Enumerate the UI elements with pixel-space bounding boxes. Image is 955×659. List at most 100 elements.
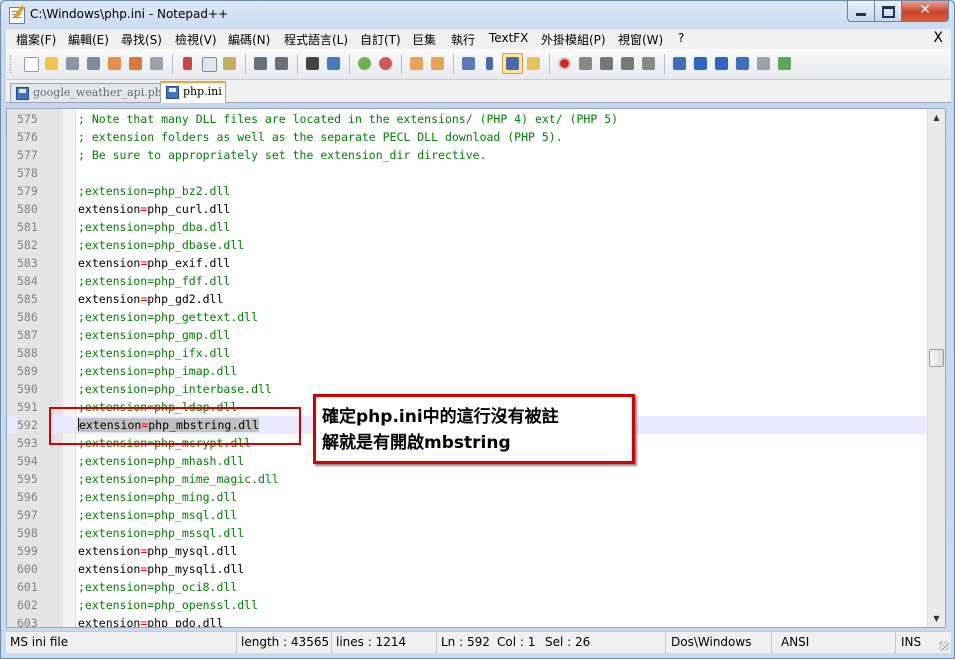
line-code: extension=php_pdo.dll	[78, 614, 223, 627]
menu-plugins[interactable]: 外掛模組(P)	[541, 31, 606, 48]
line-number: 584	[17, 274, 38, 288]
tab-google-weather-api[interactable]: google_weather_api.php	[10, 83, 169, 102]
paste-icon[interactable]	[221, 55, 238, 72]
code-line[interactable]: 595 ;extension=php_mime_magic.dll	[7, 470, 928, 488]
code-line[interactable]: 581 ;extension=php_dba.dll	[7, 218, 928, 236]
code-line[interactable]: 580 extension=php_curl.dll	[7, 200, 928, 218]
maximize-button[interactable]	[874, 1, 902, 22]
status-lines: lines : 1214	[332, 632, 437, 653]
show-all-chars-icon[interactable]	[481, 55, 498, 72]
line-number: 591	[17, 400, 38, 414]
save-icon[interactable]	[64, 55, 81, 72]
find-icon[interactable]	[304, 55, 321, 72]
menu-file[interactable]: 檔案(F)	[16, 31, 56, 48]
menu-settings[interactable]: 自訂(T)	[360, 31, 401, 48]
code-line[interactable]: 575 ; Note that many DLL files are locate…	[7, 110, 928, 128]
code-line[interactable]: 579 ;extension=php_bz2.dll	[7, 182, 928, 200]
menu-window[interactable]: 視窗(W)	[618, 31, 663, 48]
save-all-icon[interactable]	[85, 55, 102, 72]
line-number: 589	[17, 364, 38, 378]
menu-edit[interactable]: 編輯(E)	[68, 31, 109, 48]
sync-horizontal-icon[interactable]	[429, 55, 446, 72]
code-line[interactable]: 582 ;extension=php_dbase.dll	[7, 236, 928, 254]
trim-icon[interactable]	[671, 55, 688, 72]
line-number: 600	[17, 562, 38, 576]
close-file-icon[interactable]	[106, 55, 123, 72]
code-line[interactable]: 596 ;extension=php_ming.dll	[7, 488, 928, 506]
sync-vertical-icon[interactable]	[408, 55, 425, 72]
code-line[interactable]: 577 ; Be sure to appropriately set the ex…	[7, 146, 928, 164]
code-lines: 575 ; Note that many DLL files are locate…	[7, 110, 928, 627]
comment-text: ;extension=php_gettext.dll	[78, 310, 259, 324]
editor[interactable]: 575 ; Note that many DLL files are locate…	[6, 108, 946, 628]
code-line[interactable]: 598 ;extension=php_mssql.dll	[7, 524, 928, 542]
code-line[interactable]: 576 ; extension folders as well as the se…	[7, 128, 928, 146]
print-icon[interactable]	[148, 55, 165, 72]
code-line[interactable]: 583 extension=php_exif.dll	[7, 254, 928, 272]
play-multiple-icon[interactable]	[619, 55, 636, 72]
code-line[interactable]: 585 extension=php_gd2.dll	[7, 290, 928, 308]
code-line[interactable]: 599 extension=php_mysql.dll	[7, 542, 928, 560]
resize-grip-icon[interactable]	[939, 641, 949, 651]
code-line[interactable]: 597 ;extension=php_msql.dll	[7, 506, 928, 524]
new-file-icon[interactable]	[22, 55, 39, 72]
line-number: 588	[17, 346, 38, 360]
open-file-icon[interactable]	[43, 55, 60, 72]
code-line[interactable]: 602 ;extension=php_openssl.dll	[7, 596, 928, 614]
indent-guide-icon[interactable]	[502, 53, 523, 74]
undo-icon[interactable]	[252, 55, 269, 72]
menu-encoding[interactable]: 編碼(N)	[228, 31, 270, 48]
close-document-button[interactable]: X	[933, 30, 943, 46]
title-bar: C:\Windows\php.ini - Notepad++ ✕	[1, 1, 954, 29]
close-window-button[interactable]: ✕	[901, 1, 949, 22]
zoom-out-icon[interactable]	[377, 55, 394, 72]
down-icon[interactable]	[713, 55, 730, 72]
save-macro-icon[interactable]	[640, 55, 657, 72]
code-line[interactable]: 588 ;extension=php_ifx.dll	[7, 344, 928, 362]
stop-macro-icon[interactable]	[577, 55, 594, 72]
play-macro-icon[interactable]	[598, 55, 615, 72]
menu-run[interactable]: 執行	[451, 31, 475, 48]
comment-text: ;extension=php_oci8.dll	[78, 580, 238, 594]
menu-help[interactable]: ?	[678, 31, 684, 45]
scroll-up-icon[interactable]: ▲	[928, 109, 945, 126]
menu-view[interactable]: 檢視(V)	[175, 31, 217, 48]
sort-icon[interactable]	[734, 55, 751, 72]
code-line[interactable]: 601 ;extension=php_oci8.dll	[7, 578, 928, 596]
window-title: C:\Windows\php.ini - Notepad++	[30, 7, 229, 21]
menu-search[interactable]: 尋找(S)	[121, 31, 162, 48]
code-line[interactable]: 584 ;extension=php_fdf.dll	[7, 272, 928, 290]
minimize-button[interactable]	[847, 1, 875, 22]
copy-icon[interactable]	[200, 55, 217, 72]
code-line[interactable]: 603 extension=php_pdo.dll	[7, 614, 928, 627]
vertical-scrollbar[interactable]: ▲ ▼	[927, 109, 945, 627]
up-icon[interactable]	[692, 55, 709, 72]
menu-language[interactable]: 程式語言(L)	[284, 31, 348, 48]
line-number: 595	[17, 472, 38, 486]
replace-icon[interactable]	[325, 55, 342, 72]
code-line[interactable]: 586 ;extension=php_gettext.dll	[7, 308, 928, 326]
comment-text: ;extension=php_mime_magic.dll	[78, 472, 279, 486]
zoom-in-icon[interactable]	[356, 55, 373, 72]
word-wrap-icon[interactable]	[460, 55, 477, 72]
menu-macro[interactable]: 巨集	[412, 31, 436, 48]
line-code: ;extension=php_gettext.dll	[78, 308, 258, 326]
tab-php-ini[interactable]: php.ini	[160, 81, 226, 103]
line-number: 578	[17, 166, 38, 180]
line-code: ;extension=php_mime_magic.dll	[78, 470, 279, 488]
scroll-thumb[interactable]	[929, 349, 944, 367]
code-line[interactable]: 578	[7, 164, 928, 182]
code-line[interactable]: 589 ;extension=php_imap.dll	[7, 362, 928, 380]
code-line[interactable]: 600 extension=php_mysqli.dll	[7, 560, 928, 578]
line-number: 597	[17, 508, 38, 522]
cut-icon[interactable]	[179, 55, 196, 72]
spellcheck-icon[interactable]	[776, 55, 793, 72]
record-macro-icon[interactable]	[556, 55, 573, 72]
mark-icon[interactable]	[755, 55, 772, 72]
close-all-icon[interactable]	[127, 55, 144, 72]
menu-textfx[interactable]: TextFX	[489, 31, 528, 45]
redo-icon[interactable]	[273, 55, 290, 72]
scroll-down-icon[interactable]: ▼	[928, 610, 945, 627]
doc-map-icon[interactable]	[525, 55, 542, 72]
code-line[interactable]: 587 ;extension=php_gmp.dll	[7, 326, 928, 344]
